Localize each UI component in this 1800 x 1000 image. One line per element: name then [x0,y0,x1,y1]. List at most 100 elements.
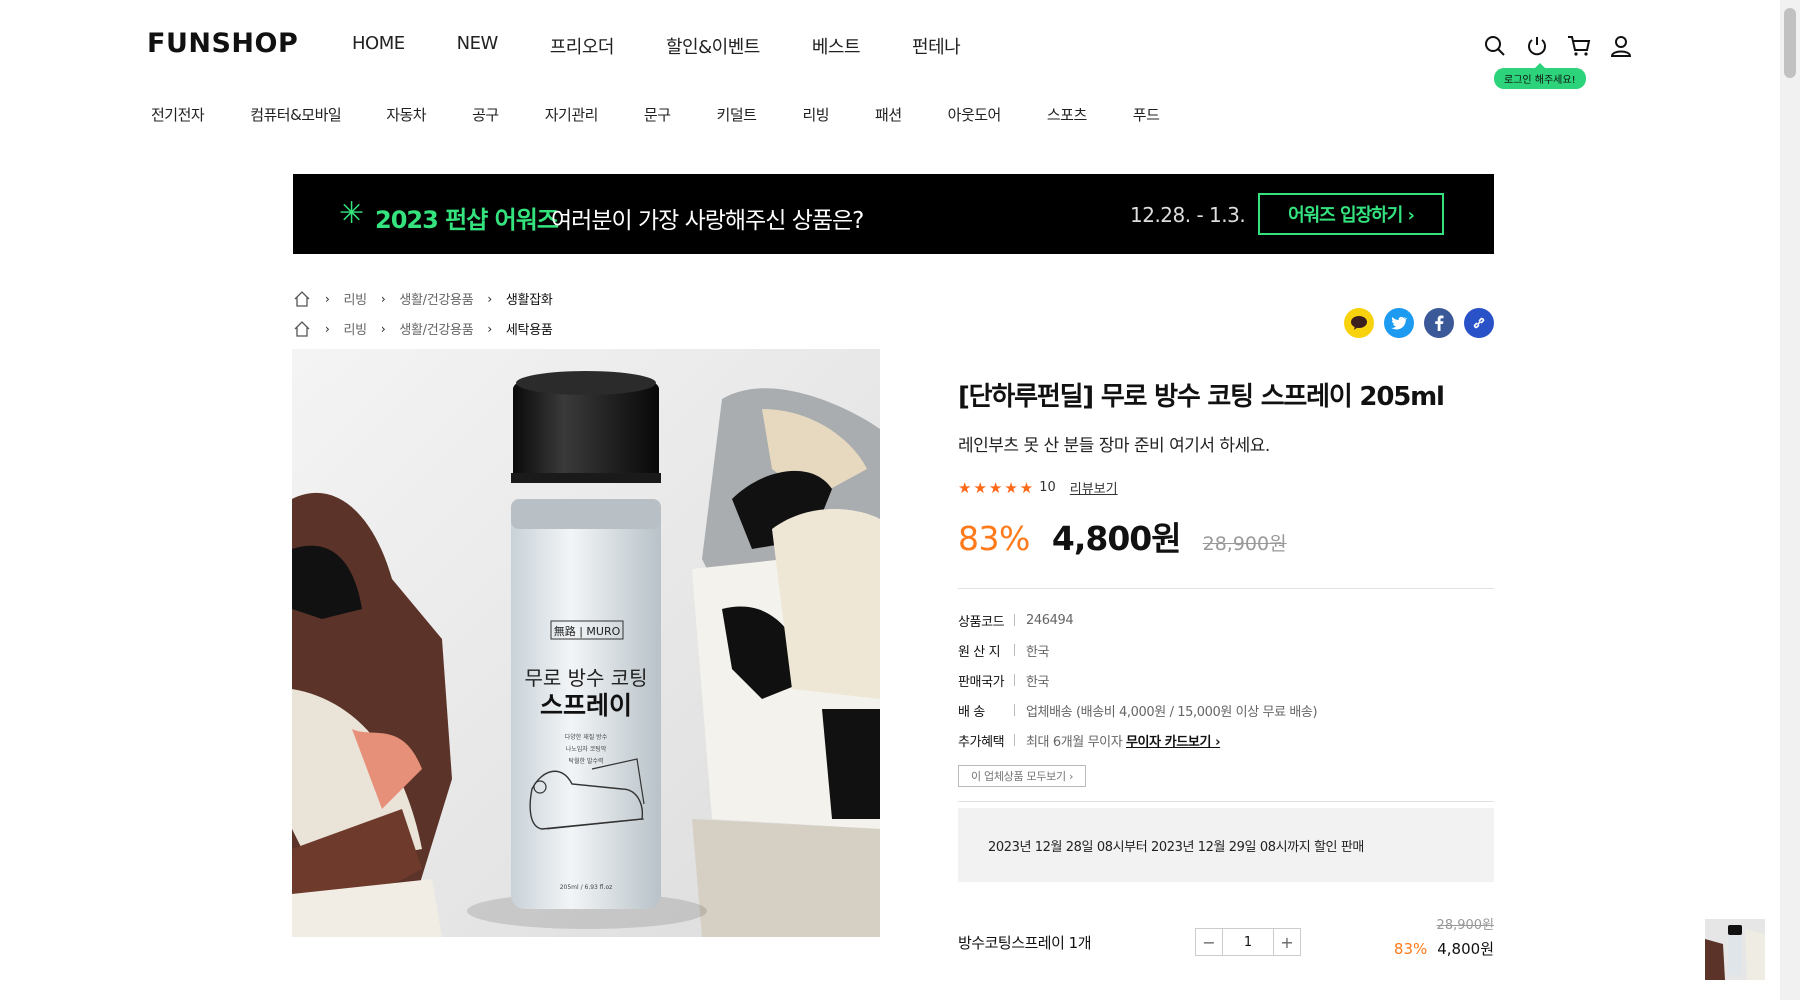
kakao-icon[interactable] [1344,308,1374,338]
chevron-right-icon: › [380,321,386,336]
price-row: 83% 4,800원 28,900원 [958,512,1494,560]
sale-price: 4,800원 [1051,519,1182,558]
discount-rate: 83% [958,519,1030,558]
can-feature: 나노입자 코팅막 [566,745,607,753]
spec-key: 원 산 지 [958,644,1001,660]
link-icon[interactable] [1464,308,1494,338]
chevron-right-icon: › [325,321,330,336]
nav-funtena[interactable]: 펀테나 [912,33,961,59]
awards-banner[interactable]: ✳ 2023 펀샵 어워즈 여러분이 가장 사랑해주신 상품은? 12.28. … [293,174,1494,254]
product-image[interactable]: 無路 | MURO 무로 방수 코팅 스프레이 다양한 재질 방수 나노입자 코… [292,349,880,937]
nav-home[interactable]: HOME [352,33,405,59]
logo[interactable]: FUNSHOP [147,28,298,59]
spec-key: 배 송 [958,704,985,720]
spec-separator [1014,614,1015,626]
chevron-right-icon: › [487,291,492,306]
site-header: FUNSHOP HOME NEW 프리오더 할인&이벤트 베스트 펀테나 로그인… [0,0,1780,140]
page-scrollbar[interactable] [1780,0,1800,1000]
header-utils [1482,33,1634,59]
banner-subtitle: 여러분이 가장 사랑해주신 상품은? [551,208,864,234]
spec-value: 한국 [1026,644,1050,660]
awards-enter-button[interactable]: 어워즈 입장하기 › [1258,193,1444,235]
benefit-text: 최대 6개월 무이자 [1026,734,1123,750]
spec-key: 상품코드 [958,614,1005,630]
share-buttons [1344,308,1494,338]
chevron-right-icon: › [380,291,386,306]
spec-separator [1014,704,1015,716]
category-nav: 전기전자 컴퓨터&모바일 자동차 공구 자기관리 문구 키덜트 리빙 패션 아웃… [151,104,1160,125]
thumbnail-photo [1705,919,1765,980]
main-nav: HOME NEW 프리오더 할인&이벤트 베스트 펀테나 [352,33,1012,59]
review-count: 10 [1039,480,1056,495]
category-stationery[interactable]: 문구 [644,104,671,125]
banner-date: 12.28. - 1.3. [1130,203,1246,227]
nav-preorder[interactable]: 프리오더 [550,33,615,59]
category-computer-mobile[interactable]: 컴퓨터&모바일 [250,104,342,125]
breadcrumb-item[interactable]: 세탁용품 [506,319,553,338]
product-info: [단하루펀딜] 무로 방수 코팅 스프레이 205ml 레인부츠 못 산 분들 … [958,376,1494,882]
spec-separator [1014,734,1015,746]
user-icon[interactable] [1608,33,1634,59]
can-brand-label: 無路 | MURO [554,624,621,638]
category-car[interactable]: 자동차 [386,104,426,125]
breadcrumb-item[interactable]: 생활잡화 [506,289,553,308]
installment-card-link[interactable]: 무이자 카드보기 › [1126,735,1221,750]
category-kidult[interactable]: 키덜트 [717,104,757,125]
original-price: 28,900원 [1202,533,1287,555]
can-feature: 다양한 재질 방수 [565,733,608,741]
spec-separator [1014,674,1015,686]
nav-best[interactable]: 베스트 [812,33,861,59]
facebook-icon[interactable] [1424,308,1454,338]
scrollbar-thumb[interactable] [1784,8,1796,78]
review-link[interactable]: 리뷰보기 [1070,478,1118,497]
all-vendor-products-button[interactable]: 이 업체상품 모두보기 › [958,765,1087,787]
spec-key: 추가혜택 [958,734,1005,750]
spec-value: 246494 [1026,612,1074,628]
product-description: 레인부츠 못 산 분들 장마 준비 여기서 하세요. [958,436,1270,456]
spec-value: 최대 6개월 무이자 무이자 카드보기 › [1026,731,1221,750]
category-selfcare[interactable]: 자기관리 [545,104,599,125]
divider [958,588,1494,589]
quantity-input[interactable]: 1 [1222,929,1274,955]
minus-button[interactable]: − [1196,929,1222,955]
nav-sale-event[interactable]: 할인&이벤트 [666,33,760,59]
spec-row: 추가혜택 최대 6개월 무이자 무이자 카드보기 › [958,725,1494,755]
product-photo: 無路 | MURO 무로 방수 코팅 스프레이 다양한 재질 방수 나노입자 코… [292,349,880,937]
spec-value: 한국 [1026,674,1050,690]
plus-button[interactable]: + [1274,929,1300,955]
search-icon[interactable] [1482,33,1508,59]
home-icon[interactable] [293,320,311,338]
power-icon[interactable] [1524,33,1550,59]
category-sports[interactable]: 스포츠 [1047,104,1087,125]
category-food[interactable]: 푸드 [1133,104,1160,125]
category-outdoor[interactable]: 아웃도어 [948,104,1002,125]
option-sale-price: 4,800원 [1437,940,1494,958]
breadcrumb-item[interactable]: 생활/건강용품 [399,289,473,308]
breadcrumb-item[interactable]: 생활/건강용품 [399,319,473,338]
category-fashion[interactable]: 패션 [875,104,902,125]
can-title-line1: 무로 방수 코팅 [524,666,647,690]
divider [958,801,1494,802]
breadcrumb-item[interactable]: 리빙 [344,289,368,308]
twitter-icon[interactable] [1384,308,1414,338]
login-tooltip: 로그인 해주세요! [1494,63,1586,89]
chevron-right-icon: › [325,291,330,306]
nav-new[interactable]: NEW [457,33,499,59]
asterisk-icon: ✳ [339,196,365,231]
option-name: 방수코팅스프레이 1개 [958,934,1092,952]
category-living[interactable]: 리빙 [802,104,829,125]
can-feature: 탁월한 발수력 [568,757,603,765]
spec-row: 판매국가 한국 [958,665,1494,695]
option-original-price: 28,900원 [1436,918,1494,933]
can-volume: 205ml / 6.93 fl.oz [560,884,613,891]
recent-product-thumbnail[interactable] [1705,919,1765,980]
breadcrumb: › 리빙 › 생활/건강용품 › 생활잡화 [293,289,553,308]
category-electronics[interactable]: 전기전자 [151,104,205,125]
product-title: [단하루펀딜] 무로 방수 코팅 스프레이 205ml [958,382,1445,412]
spec-key: 판매국가 [958,674,1005,690]
home-icon[interactable] [293,290,311,308]
breadcrumb-item[interactable]: 리빙 [344,319,368,338]
category-tools[interactable]: 공구 [472,104,499,125]
cart-icon[interactable] [1566,33,1592,59]
star-rating-icon: ★★★★★ [958,478,1036,497]
